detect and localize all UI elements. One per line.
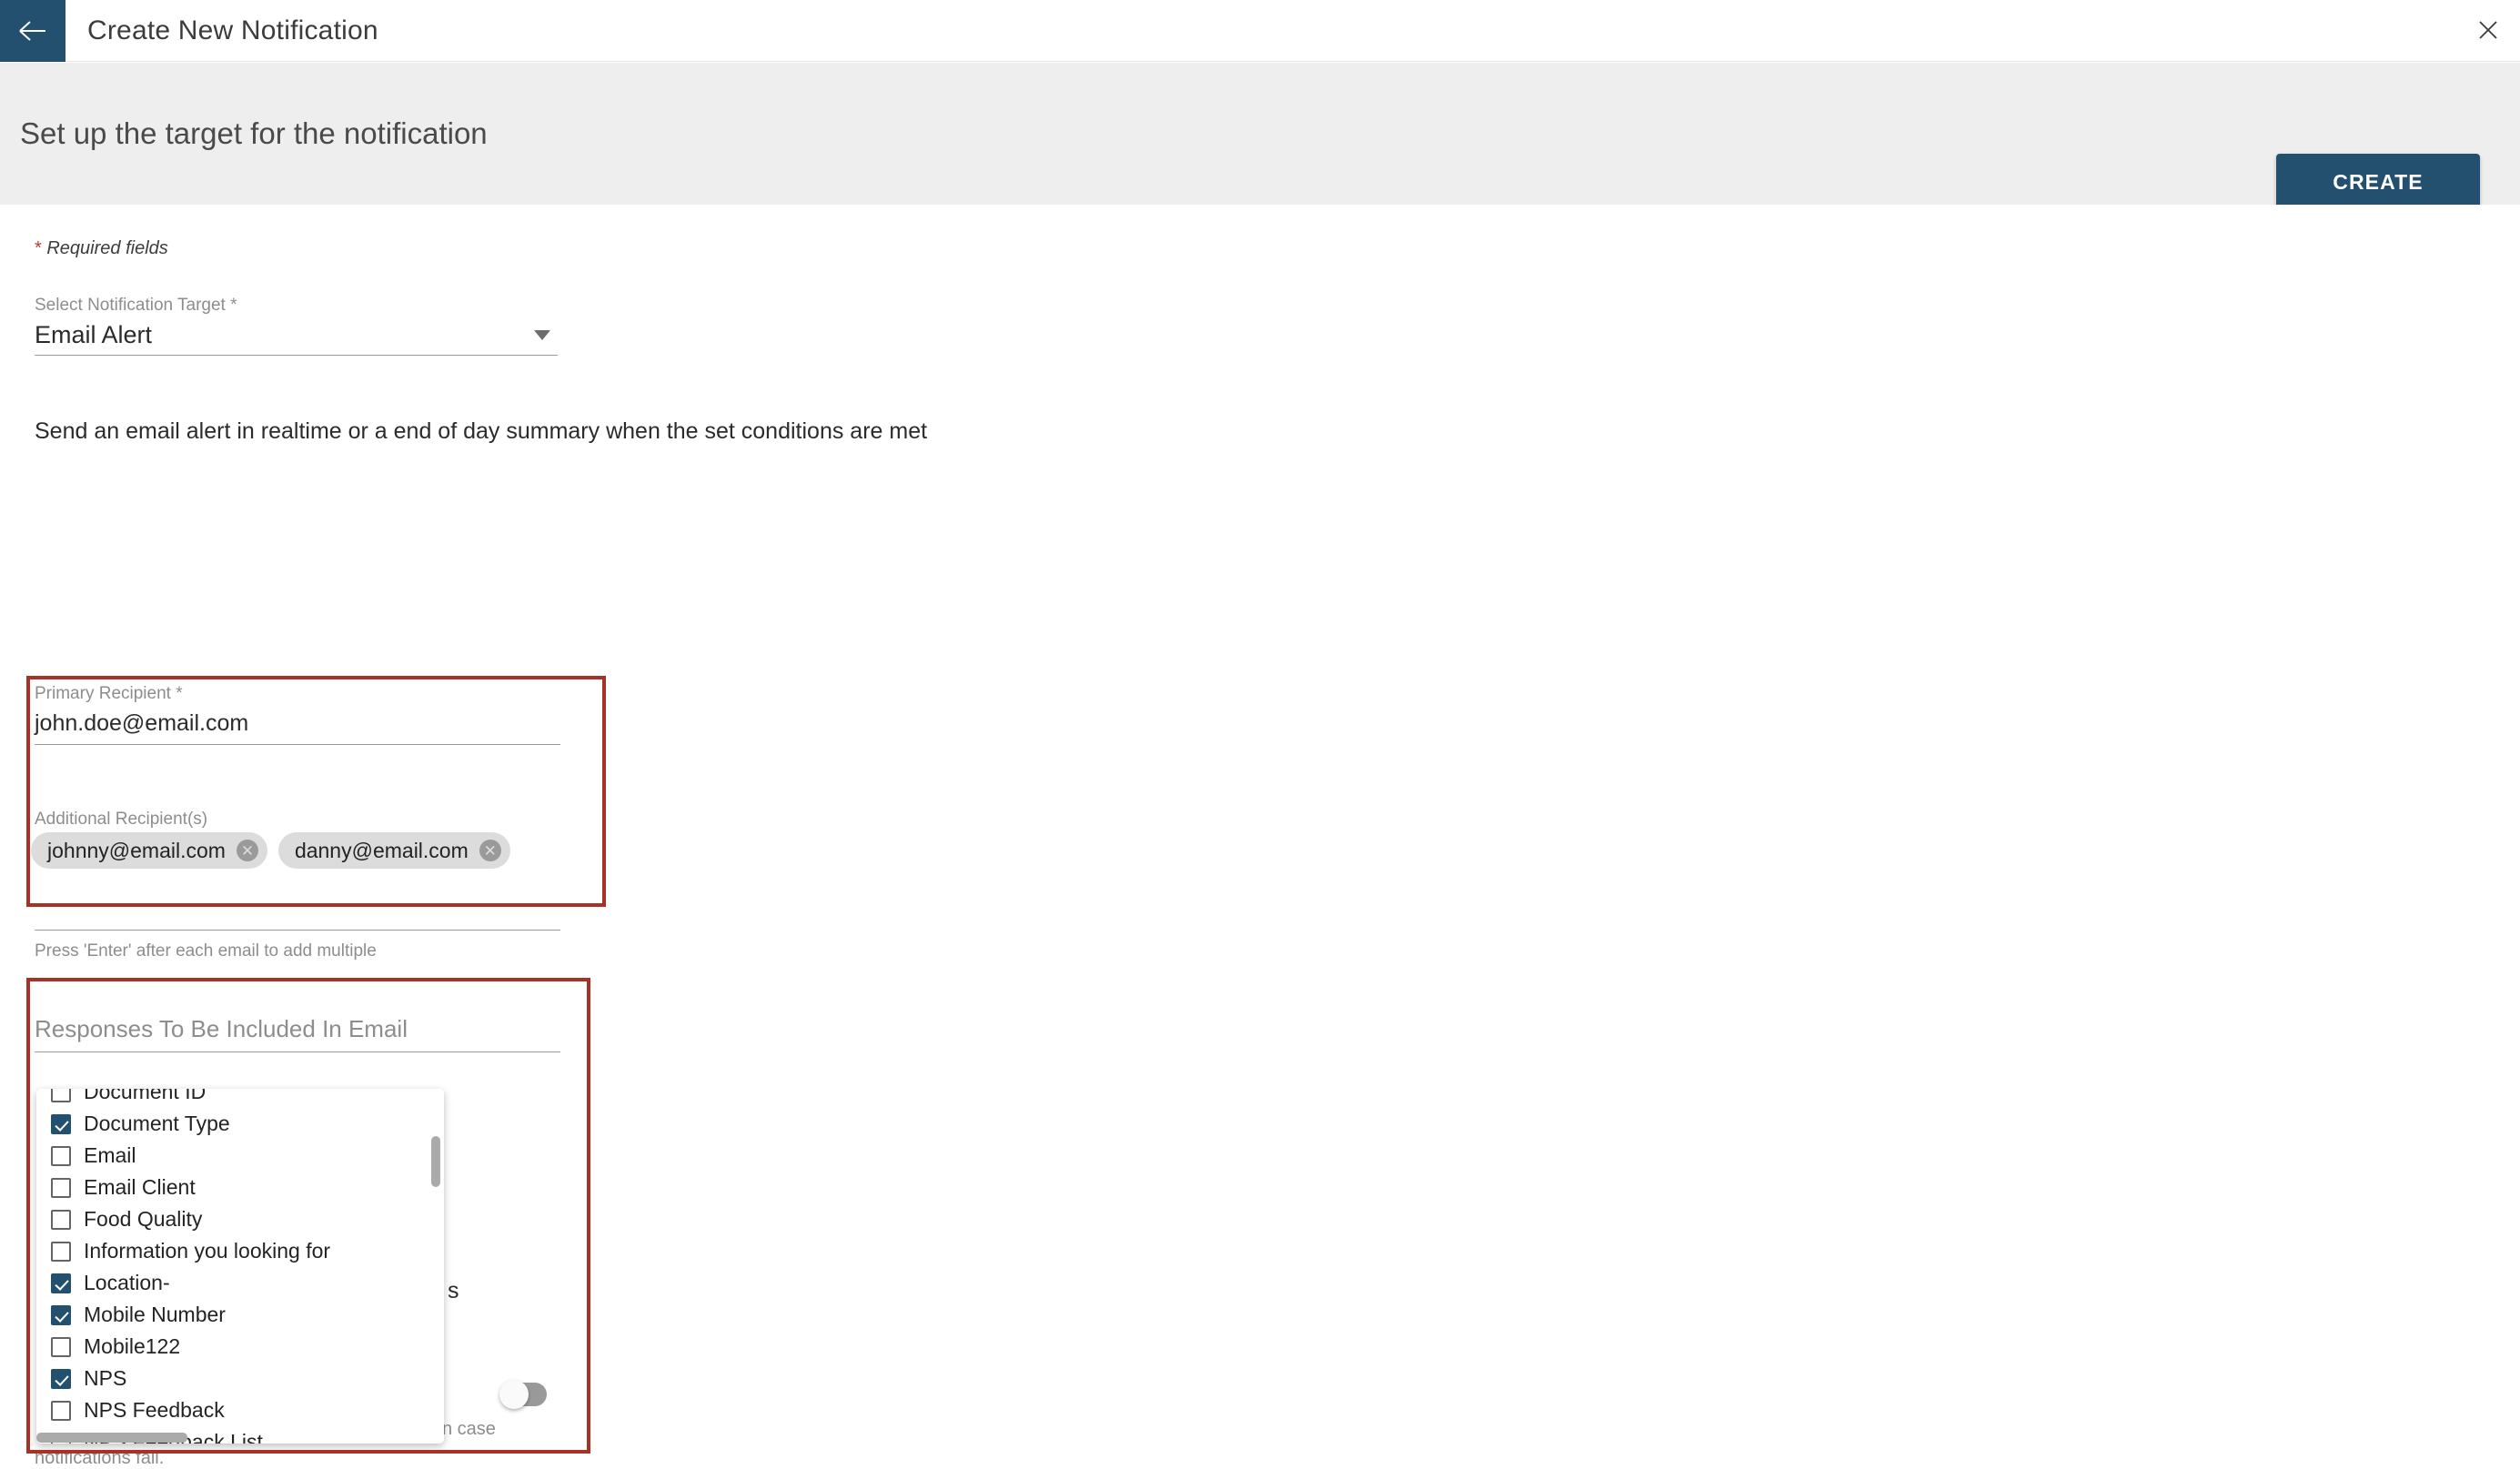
additional-recipients-label: Additional Recipient(s) xyxy=(35,810,208,829)
checkbox-checked-icon[interactable] xyxy=(51,1273,71,1293)
notification-target-select[interactable]: Email Alert xyxy=(35,316,558,356)
required-fields-label: Required fields xyxy=(46,238,168,258)
dropdown-item-label: NPS xyxy=(84,1366,127,1390)
checkbox-unchecked-icon[interactable] xyxy=(51,1336,71,1357)
required-asterisk: * xyxy=(35,238,42,258)
remove-chip-icon[interactable]: ✕ xyxy=(479,840,501,861)
checkbox-checked-icon[interactable] xyxy=(51,1368,71,1389)
dropdown-item-label: Mobile Number xyxy=(84,1303,226,1326)
primary-recipient-input[interactable]: john.doe@email.com xyxy=(35,704,560,742)
dropdown-item[interactable]: NPS xyxy=(36,1363,444,1394)
chevron-down-icon[interactable] xyxy=(534,330,550,340)
notification-target-value: Email Alert xyxy=(35,321,153,348)
primary-recipient-field[interactable]: Primary Recipient * john.doe@email.com xyxy=(35,684,560,745)
dropdown-item[interactable]: NPS Feedback xyxy=(36,1394,444,1426)
primary-recipient-underline xyxy=(35,744,560,745)
dropdown-item[interactable]: Mobile Number xyxy=(36,1299,444,1331)
checkbox-unchecked-icon[interactable] xyxy=(51,1400,71,1421)
dropdown-horizontal-scrollbar[interactable] xyxy=(36,1433,187,1443)
sub-header-title: Set up the target for the notification xyxy=(20,116,488,150)
create-button[interactable]: CREATE xyxy=(2276,154,2480,210)
dropdown-item-label: Email Client xyxy=(84,1175,196,1199)
dropdown-item-label: Location- xyxy=(84,1271,170,1294)
remove-chip-icon[interactable]: ✕ xyxy=(236,840,258,861)
sub-header: Set up the target for the notification C… xyxy=(0,63,2520,210)
responses-dropdown-list: Document ID Document Type Email Email Clien… xyxy=(36,1089,444,1444)
notification-toggle[interactable] xyxy=(499,1380,547,1409)
additional-recipients-chips: johnny@email.com ✕ danny@email.com ✕ xyxy=(31,832,510,869)
recipient-chip-label: danny@email.com xyxy=(294,838,469,862)
recipient-chip[interactable]: danny@email.com ✕ xyxy=(277,832,510,869)
recipient-chip-label: johnny@email.com xyxy=(47,838,226,862)
obscured-text-fragment-right: s xyxy=(448,1278,459,1303)
target-description: Send an email alert in realtime or a end… xyxy=(35,418,928,444)
checkbox-checked-icon[interactable] xyxy=(51,1304,71,1325)
dropdown-item[interactable]: Mobile122 xyxy=(36,1331,444,1363)
dropdown-item[interactable]: Food Quality xyxy=(36,1203,444,1235)
form-body: * Required fields Select Notification Ta… xyxy=(0,205,2520,1468)
dropdown-item[interactable]: Document Type xyxy=(36,1108,444,1140)
checkbox-checked-icon[interactable] xyxy=(51,1113,71,1134)
checkbox-unchecked-icon[interactable] xyxy=(51,1177,71,1198)
dropdown-item[interactable]: Email xyxy=(36,1140,444,1172)
dropdown-item-label: Document Type xyxy=(84,1112,230,1135)
notification-target-label: Select Notification Target * xyxy=(35,296,237,315)
checkbox-unchecked-icon[interactable] xyxy=(51,1241,71,1262)
dropdown-item-label: Mobile122 xyxy=(84,1334,181,1358)
toggle-knob xyxy=(499,1380,529,1409)
additional-recipients-underline[interactable] xyxy=(35,930,560,931)
responses-field[interactable]: Responses To Be Included In Email xyxy=(35,1010,560,1052)
responses-placeholder[interactable]: Responses To Be Included In Email xyxy=(35,1010,560,1048)
page-title: Create New Notification xyxy=(87,15,378,45)
additional-recipients-hint: Press 'Enter' after each email to add mu… xyxy=(35,941,377,961)
dropdown-item[interactable]: Information you looking for xyxy=(36,1235,444,1267)
recipient-chip[interactable]: johnny@email.com ✕ xyxy=(31,832,267,869)
close-icon xyxy=(2477,19,2499,45)
checkbox-unchecked-icon[interactable] xyxy=(51,1145,71,1166)
dropdown-item[interactable]: Document ID xyxy=(36,1089,444,1108)
dropdown-item-label: Food Quality xyxy=(84,1207,203,1231)
responses-dropdown-panel[interactable]: Document ID Document Type Email Email Clien… xyxy=(36,1089,444,1444)
obscured-text-fragment-case: n case xyxy=(442,1419,496,1439)
checkbox-unchecked-icon[interactable] xyxy=(51,1089,71,1102)
back-button[interactable] xyxy=(0,0,66,62)
required-fields-note: * Required fields xyxy=(35,238,168,259)
dropdown-item-label: Email xyxy=(84,1143,136,1167)
dropdown-vertical-scrollbar[interactable] xyxy=(431,1136,440,1187)
dropdown-item-label: Document ID xyxy=(84,1089,207,1103)
notification-target-field[interactable]: Select Notification Target * Email Alert xyxy=(35,296,558,356)
responses-underline xyxy=(35,1051,560,1052)
close-button[interactable] xyxy=(2473,16,2504,47)
dropdown-item[interactable]: Location- xyxy=(36,1267,444,1299)
checkbox-unchecked-icon[interactable] xyxy=(51,1209,71,1230)
dropdown-item-label: NPS Feedback xyxy=(84,1398,225,1422)
primary-recipient-label: Primary Recipient * xyxy=(35,684,183,703)
arrow-left-icon xyxy=(17,19,48,43)
dropdown-item-label: Information you looking for xyxy=(84,1239,331,1263)
dropdown-item[interactable]: Email Client xyxy=(36,1172,444,1203)
obscured-text-fragment-fail: notifications fail. xyxy=(35,1448,165,1468)
title-bar: Create New Notification xyxy=(0,0,2520,62)
